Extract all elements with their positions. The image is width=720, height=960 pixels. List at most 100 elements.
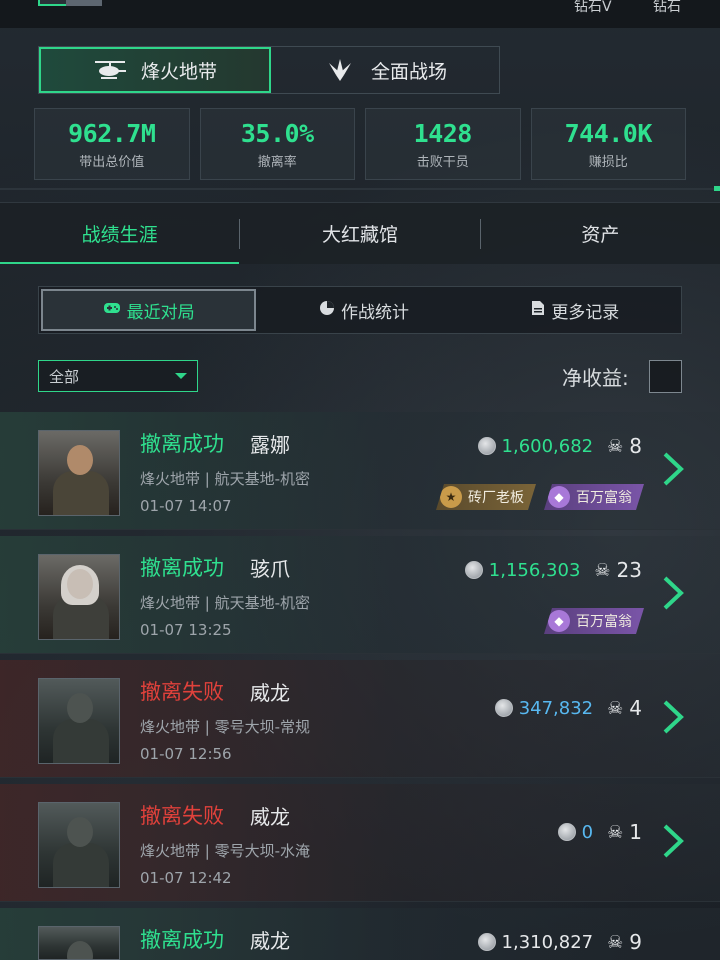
diamond-icon: ◆ [548, 486, 570, 508]
skull-icon: ☠ [607, 931, 624, 953]
match-row[interactable]: 撤离失败 威龙 烽火地带 | 零号大坝-常规 01-07 12:56 347,8… [0, 660, 720, 778]
operator-portrait [38, 678, 120, 764]
operator-name: 威龙 [250, 929, 290, 953]
skull-icon: ☠ [607, 821, 624, 843]
tab-hazard-zone-label: 烽火地带 [140, 60, 217, 83]
match-map: 烽火地带 | 航天基地-机密 [140, 470, 311, 488]
operator-name: 露娜 [250, 433, 290, 457]
tab-recent-matches[interactable]: 最近对局 [41, 289, 257, 331]
coin-icon [557, 823, 576, 841]
chevron-down-icon [175, 373, 187, 379]
kill-count: 8 [629, 434, 642, 458]
badge-label: 百万富翁 [576, 490, 632, 506]
skull-icon: ☠ [607, 697, 624, 719]
badge-label: 百万富翁 [576, 614, 632, 630]
stat-value: 744.0K [564, 118, 653, 148]
coin-icon [494, 699, 513, 717]
badge-list: ◆ 百万富翁 [544, 608, 644, 634]
filter-dropdown[interactable]: 全部 [38, 360, 198, 392]
match-row[interactable]: 撤离失败 威龙 烽火地带 | 零号大坝-水淹 01-07 12:42 0 ☠ 1 [0, 784, 720, 902]
operator-name: 骇爪 [250, 557, 290, 581]
match-value: 1,600,682 ☠ 8 [477, 434, 642, 458]
gamepad-icon [103, 300, 121, 320]
stat-kills: 1428 击败干员 [365, 108, 521, 180]
tab-more-records-label: 更多记录 [551, 302, 620, 323]
value-amount: 1,156,303 [488, 559, 581, 581]
stat-profit-ratio: 744.0K 赚损比 [530, 108, 686, 180]
chevron-right-icon[interactable] [662, 700, 684, 734]
value-amount: 0 [581, 821, 594, 843]
divider-accent [714, 186, 720, 191]
operator-name: 威龙 [250, 805, 290, 829]
stat-total-value: 962.7M 带出总价值 [34, 108, 190, 180]
stats-panel: 962.7M 带出总价值 35.0% 撤离率 1428 击败干员 744.0K … [34, 108, 686, 180]
stat-label: 撤离率 [257, 154, 297, 170]
match-map: 烽火地带 | 航天基地-机密 [140, 594, 311, 612]
value-amount: 347,832 [518, 697, 594, 719]
skull-icon: ☠ [594, 559, 611, 581]
match-status: 撤离成功 [140, 432, 224, 456]
badge: ★ 砖厂老板 [436, 484, 536, 510]
stat-value: 35.0% [240, 118, 314, 148]
tab-combat-stats-label: 作战统计 [340, 302, 409, 323]
coin-icon [477, 437, 496, 455]
stat-value: 1428 [413, 118, 473, 148]
tab-recent-matches-label: 最近对局 [126, 302, 195, 323]
operator-portrait [38, 802, 120, 888]
helicopter-icon [93, 57, 127, 83]
section-tabs: 战绩生涯 大红藏馆 资产 [0, 202, 720, 264]
tab-more-records[interactable]: 更多记录 [470, 287, 681, 333]
match-status: 撤离成功 [140, 928, 224, 952]
kill-count: 4 [629, 696, 642, 720]
match-value: 1,310,827 ☠ 9 [477, 930, 642, 954]
sub-tabs: 最近对局 作战统计 更多记录 [38, 286, 682, 334]
tab-red-collection[interactable]: 大红藏馆 [240, 203, 479, 264]
operator-portrait [38, 926, 120, 960]
net-income-label: 净收益: [562, 366, 629, 390]
avatar-badge [66, 0, 102, 6]
tab-hazard-zone[interactable]: 烽火地带 [39, 47, 271, 93]
kill-count: 23 [616, 558, 642, 582]
badge: ◆ 百万富翁 [544, 608, 644, 634]
kill-count: 1 [629, 820, 642, 844]
tab-full-battlefield[interactable]: 全面战场 [271, 47, 499, 93]
match-time: 01-07 13:25 [140, 621, 232, 639]
pie-chart-icon [319, 300, 335, 321]
chevron-right-icon[interactable] [662, 824, 684, 858]
match-time: 01-07 12:56 [140, 745, 232, 763]
badge-list: ★ 砖厂老板 ◆ 百万富翁 [436, 484, 644, 510]
tab-assets[interactable]: 资产 [481, 203, 720, 264]
stat-label: 带出总价值 [79, 154, 145, 170]
match-map: 烽火地带 | 零号大坝-常规 [140, 718, 311, 736]
tab-career-record[interactable]: 战绩生涯 [0, 203, 240, 264]
rank-next: 钻石 [653, 0, 681, 15]
operator-portrait [38, 430, 120, 516]
divider [0, 188, 720, 190]
match-row[interactable]: 撤离成功 骇爪 烽火地带 | 航天基地-机密 01-07 13:25 1,156… [0, 536, 720, 654]
badge: ◆ 百万富翁 [544, 484, 644, 510]
top-profile-strip: 钻石V 钻石 [0, 0, 720, 28]
filter-selected: 全部 [49, 367, 80, 386]
match-value: 347,832 ☠ 4 [494, 696, 642, 720]
net-income-checkbox[interactable] [649, 360, 682, 393]
chevron-right-icon[interactable] [662, 452, 684, 486]
document-icon [531, 300, 545, 321]
match-row[interactable]: 撤离成功 威龙 1,310,827 ☠ 9 [0, 908, 720, 960]
jets-icon [323, 57, 357, 83]
match-value: 1,156,303 ☠ 23 [464, 558, 642, 582]
tab-full-battlefield-label: 全面战场 [370, 60, 447, 83]
chevron-right-icon[interactable] [662, 576, 684, 610]
match-status: 撤离失败 [140, 804, 224, 828]
match-value: 0 ☠ 1 [557, 820, 642, 844]
diamond-icon: ◆ [548, 610, 570, 632]
match-time: 01-07 14:07 [140, 497, 232, 515]
trophy-icon: ★ [440, 486, 462, 508]
match-status: 撤离成功 [140, 556, 224, 580]
stat-label: 赚损比 [588, 154, 628, 170]
stat-extract-rate: 35.0% 撤离率 [199, 108, 355, 180]
value-amount: 1,310,827 [501, 931, 594, 953]
skull-icon: ☠ [607, 435, 624, 457]
kill-count: 9 [629, 930, 642, 954]
tab-combat-stats[interactable]: 作战统计 [258, 287, 469, 333]
match-row[interactable]: 撤离成功 露娜 烽火地带 | 航天基地-机密 01-07 14:07 1,600… [0, 412, 720, 530]
